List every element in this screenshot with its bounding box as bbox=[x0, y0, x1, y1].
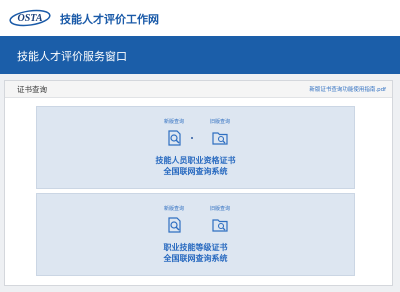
folder-search-icon[interactable] bbox=[211, 129, 229, 147]
magnifier-document-icon[interactable] bbox=[165, 129, 183, 147]
card-title[interactable]: 技能人员职业资格证书 全国联网查询系统 bbox=[37, 155, 354, 177]
card-title-line2[interactable]: 全国联网查询系统 bbox=[37, 166, 354, 177]
new-query-label[interactable]: 新版查询 bbox=[154, 118, 194, 125]
service-banner: 技能人才评价服务窗口 bbox=[0, 36, 400, 74]
top-header: OSTA 技能人才评价工作网 bbox=[0, 0, 400, 36]
new-query-label[interactable]: 新版查询 bbox=[154, 205, 194, 212]
svg-text:OSTA: OSTA bbox=[17, 13, 42, 24]
qualification-certificate-card[interactable]: 新版查询 旧版查询 技能人员职业资格证书 全国联网查询系统 bbox=[36, 106, 355, 189]
old-query-label[interactable]: 旧版查询 bbox=[200, 205, 240, 212]
old-query-option[interactable]: 旧版查询 bbox=[200, 205, 240, 234]
banner-title: 技能人才评价服务窗口 bbox=[17, 50, 127, 63]
site-title[interactable]: 技能人才评价工作网 bbox=[60, 11, 159, 27]
card-title-line1[interactable]: 职业技能等级证书 bbox=[37, 242, 354, 253]
magnifier-document-icon[interactable] bbox=[165, 216, 183, 234]
panel-header: 证书查询 新版证书查询功能使用指南.pdf bbox=[5, 81, 392, 98]
old-query-option[interactable]: 旧版查询 bbox=[200, 118, 240, 147]
card-title-line1[interactable]: 技能人员职业资格证书 bbox=[37, 155, 354, 166]
osta-logo[interactable]: OSTA bbox=[9, 9, 51, 27]
panel-title: 证书查询 bbox=[17, 85, 47, 94]
guide-pdf-link[interactable]: 新版证书查询功能使用指南.pdf bbox=[309, 85, 386, 93]
card-title-line2[interactable]: 全国联网查询系统 bbox=[37, 253, 354, 264]
old-query-label[interactable]: 旧版查询 bbox=[200, 118, 240, 125]
certificate-query-panel: 证书查询 新版证书查询功能使用指南.pdf 新版查询 旧版查询 技能人员职业资格… bbox=[4, 80, 393, 286]
skill-level-certificate-card[interactable]: 新版查询 旧版查询 职业技能等级证书 全国联网查询系统 bbox=[36, 193, 355, 276]
new-query-option[interactable]: 新版查询 bbox=[154, 118, 194, 147]
separator-dot bbox=[191, 137, 193, 139]
card-title[interactable]: 职业技能等级证书 全国联网查询系统 bbox=[37, 242, 354, 264]
folder-search-icon[interactable] bbox=[211, 216, 229, 234]
new-query-option[interactable]: 新版查询 bbox=[154, 205, 194, 234]
